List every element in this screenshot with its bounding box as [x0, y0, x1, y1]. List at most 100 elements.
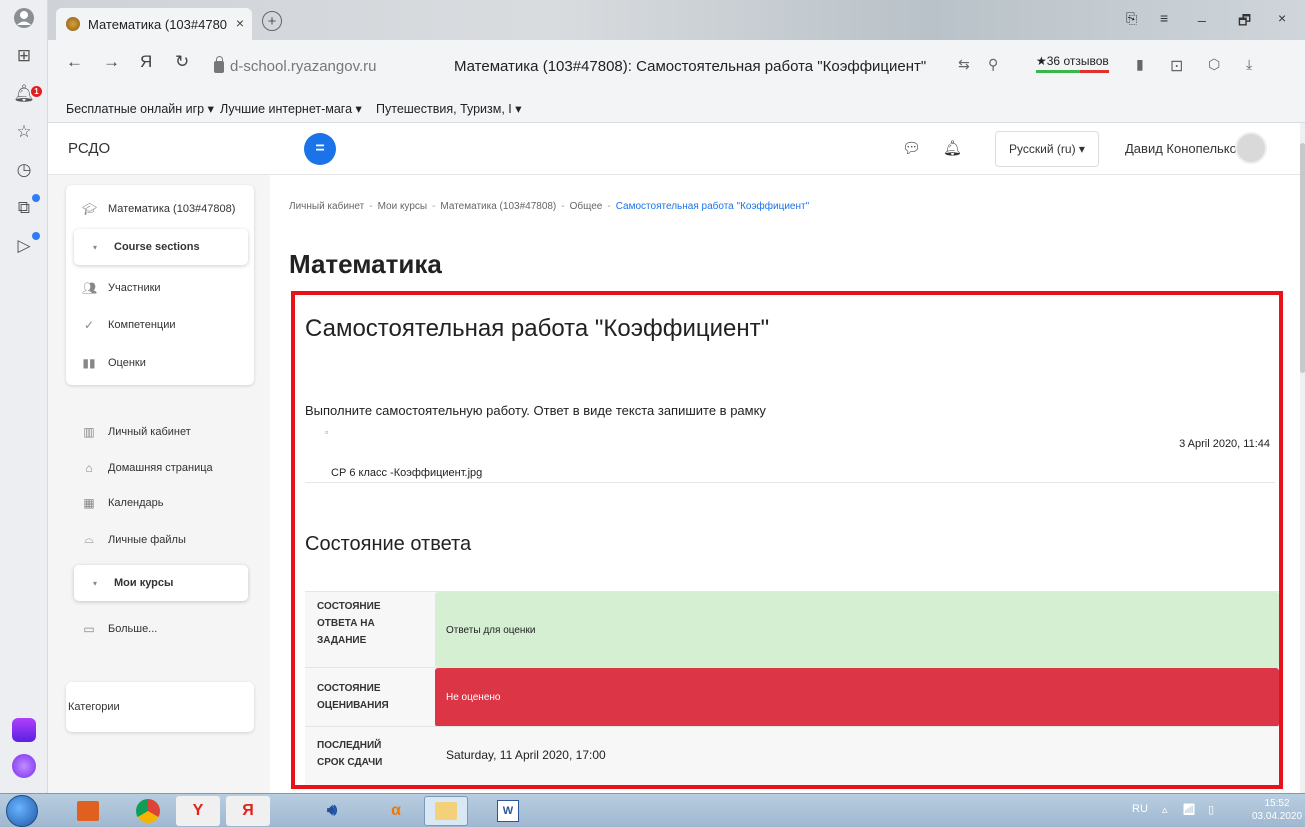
browser-menu-icon[interactable]: ≡: [1160, 10, 1168, 26]
forward-button[interactable]: →: [103, 52, 120, 72]
page-scrollbar[interactable]: [1300, 123, 1305, 793]
taskbar-yandex-icon[interactable]: Я: [226, 796, 270, 826]
input-language[interactable]: RU: [1132, 803, 1148, 815]
user-name[interactable]: Давид Конопелько: [1125, 141, 1237, 156]
drawer-label: Личный кабинет: [108, 426, 191, 438]
favorites-star-icon[interactable]: ☆: [12, 120, 36, 144]
drawer-item-home[interactable]: ⌂ Домашняя страница: [82, 461, 213, 475]
tab-title: Математика (103#4780: [88, 16, 228, 32]
breadcrumb-item-dashboard[interactable]: Личный кабинет: [289, 201, 364, 212]
messages-icon[interactable]: 💬︎: [902, 139, 921, 157]
reload-button[interactable]: ↻: [175, 52, 189, 72]
protect-icon[interactable]: ⊡: [1170, 56, 1183, 76]
drawer-item-files[interactable]: ⌓ Личные файлы: [82, 532, 186, 547]
clock-date: 03.04.2020: [1252, 811, 1303, 822]
start-button[interactable]: [6, 795, 38, 827]
new-tab-button[interactable]: +: [262, 11, 282, 31]
bookmark-folder-shops[interactable]: Лучшие интернет-мага ▾: [220, 101, 362, 116]
folder-icon: ▭: [83, 622, 95, 636]
tray-show-hidden-icon[interactable]: ▵: [1162, 803, 1168, 816]
tab-close-icon[interactable]: ×: [236, 15, 244, 31]
taskbar-avast-icon[interactable]: α: [374, 796, 418, 826]
course-title: Математика: [289, 249, 442, 279]
grading-status-value: Не оценено: [435, 668, 1279, 727]
user-avatar[interactable]: [1235, 132, 1267, 164]
chevron-down-icon: ▾: [92, 242, 97, 252]
file-date: 3 April 2020, 11:44: [1179, 438, 1270, 450]
search-icon[interactable]: ⚲: [988, 56, 998, 73]
extension-icon[interactable]: ⬡: [1208, 56, 1220, 73]
row-label: Состояние ответа на задание: [317, 601, 381, 646]
drawer-label: Личные файлы: [108, 533, 186, 546]
back-button[interactable]: ←: [66, 52, 83, 72]
close-window-button[interactable]: ×: [1278, 10, 1286, 26]
drawer-label: Домашняя страница: [108, 462, 213, 474]
drawer-item-participants[interactable]: 👥︎ Участники: [82, 281, 161, 295]
drawer-item-course-sections[interactable]: ▾ Course sections: [88, 241, 200, 253]
breadcrumb-item-current[interactable]: Самостоятельная работа "Коэффициент": [616, 201, 809, 212]
home-icon: ⌂: [85, 461, 93, 475]
site-favicon-icon: [66, 17, 80, 31]
drawer-item-calendar[interactable]: ▦ Календарь: [82, 496, 163, 510]
site-header: РСДО = 💬︎ 🔔︎ Русский (ru) ▾ Давид Конопе…: [48, 123, 1300, 175]
url-host: d-school.ryazangov.ru: [230, 58, 377, 75]
alice-assistant-icon[interactable]: [12, 754, 36, 778]
site-brand[interactable]: РСДО: [68, 140, 110, 157]
attachment-link[interactable]: СР 6 класс -Коэффициент.jpg: [331, 467, 482, 479]
downloads-icon[interactable]: ⤓: [1246, 56, 1252, 73]
drawer-item-course[interactable]: 🎓︎ Математика (103#47808): [82, 202, 235, 216]
tab-manager-icon[interactable]: ⎘: [1126, 10, 1137, 27]
breadcrumb-separator: -: [561, 201, 565, 212]
maximize-button[interactable]: 🗗: [1238, 10, 1251, 34]
table-row: Состояние оценивания Не оценено: [305, 667, 1279, 727]
taskbar-app-presentation-icon[interactable]: [66, 796, 110, 826]
submission-status-heading: Состояние ответа: [305, 533, 472, 555]
bookmark-folder-games[interactable]: Бесплатные онлайн игр ▾: [66, 101, 214, 116]
translate-icon[interactable]: ⇆: [958, 56, 970, 73]
bookmark-folder-travel[interactable]: Путешествия, Туризм, І ▾: [376, 101, 522, 116]
browser-tab[interactable]: Математика (103#4780 ×: [56, 8, 252, 40]
system-clock[interactable]: 15:52 03.04.2020: [1252, 797, 1302, 823]
breadcrumb-item-general[interactable]: Общее: [570, 201, 603, 212]
taskbar-word-icon[interactable]: W: [486, 796, 530, 826]
submission-status-value: Ответы для оценки: [435, 592, 1279, 668]
assignment-intro: Выполните самостоятельную работу. Ответ …: [305, 403, 766, 418]
profile-icon[interactable]: [12, 6, 36, 30]
drawer-item-grades[interactable]: ▮▮ Оценки: [82, 356, 146, 370]
drawer-item-competencies[interactable]: ✓ Компетенции: [82, 318, 176, 332]
site-reviews-badge[interactable]: ★36 отзывов: [1036, 54, 1109, 73]
notifications-icon[interactable]: 🔔︎: [943, 139, 962, 157]
users-icon: 👥︎: [82, 281, 98, 295]
reviews-label: ★36 отзывов: [1036, 54, 1109, 68]
drawer-item-dashboard[interactable]: ▥ Личный кабинет: [82, 425, 191, 439]
breadcrumb-item-course[interactable]: Математика (103#47808): [440, 201, 556, 212]
breadcrumb-separator: -: [607, 201, 611, 212]
row-label: Состояние оценивания: [317, 683, 389, 711]
drawer-label: Больше...: [108, 623, 158, 635]
minimize-button[interactable]: _: [1198, 6, 1206, 22]
taskbar-sound-icon[interactable]: 🔊︎: [310, 796, 354, 826]
yandex-home-button[interactable]: Я: [140, 52, 152, 72]
drawer-item-categories[interactable]: Категории: [68, 701, 120, 713]
power-icon[interactable]: ▯: [1208, 803, 1214, 816]
scrollbar-thumb[interactable]: [1300, 143, 1305, 373]
history-clock-icon[interactable]: ◷: [12, 158, 36, 182]
language-select[interactable]: Русский (ru) ▾: [995, 131, 1099, 167]
taskbar-chrome-icon[interactable]: [126, 796, 170, 826]
breadcrumb-item-my-courses[interactable]: Мои курсы: [378, 201, 428, 212]
drawer-item-my-courses[interactable]: ▾ Мои курсы: [88, 577, 173, 589]
bookmark-icon[interactable]: ▮: [1136, 56, 1144, 73]
files-icon: ⌓: [84, 532, 94, 546]
book-icon: ▮▮: [82, 356, 96, 370]
alice-app-icon[interactable]: [12, 718, 36, 742]
address-field[interactable]: d-school.ryazangov.ru: [214, 55, 377, 75]
apps-grid-icon[interactable]: ⊞: [12, 44, 36, 68]
taskbar-yandex-browser-icon[interactable]: Y: [176, 796, 220, 826]
check-icon: ✓: [83, 318, 95, 332]
network-signal-icon[interactable]: 📶︎: [1182, 803, 1196, 816]
drawer-toggle-button[interactable]: =: [304, 133, 336, 165]
bookmarks-bar: Бесплатные онлайн игр ▾ Лучшие интернет-…: [48, 95, 1305, 123]
taskbar-explorer-icon[interactable]: [424, 796, 468, 826]
table-row: Состояние ответа на задание Ответы для о…: [305, 591, 1279, 668]
drawer-item-more[interactable]: ▭ Больше...: [82, 622, 157, 636]
